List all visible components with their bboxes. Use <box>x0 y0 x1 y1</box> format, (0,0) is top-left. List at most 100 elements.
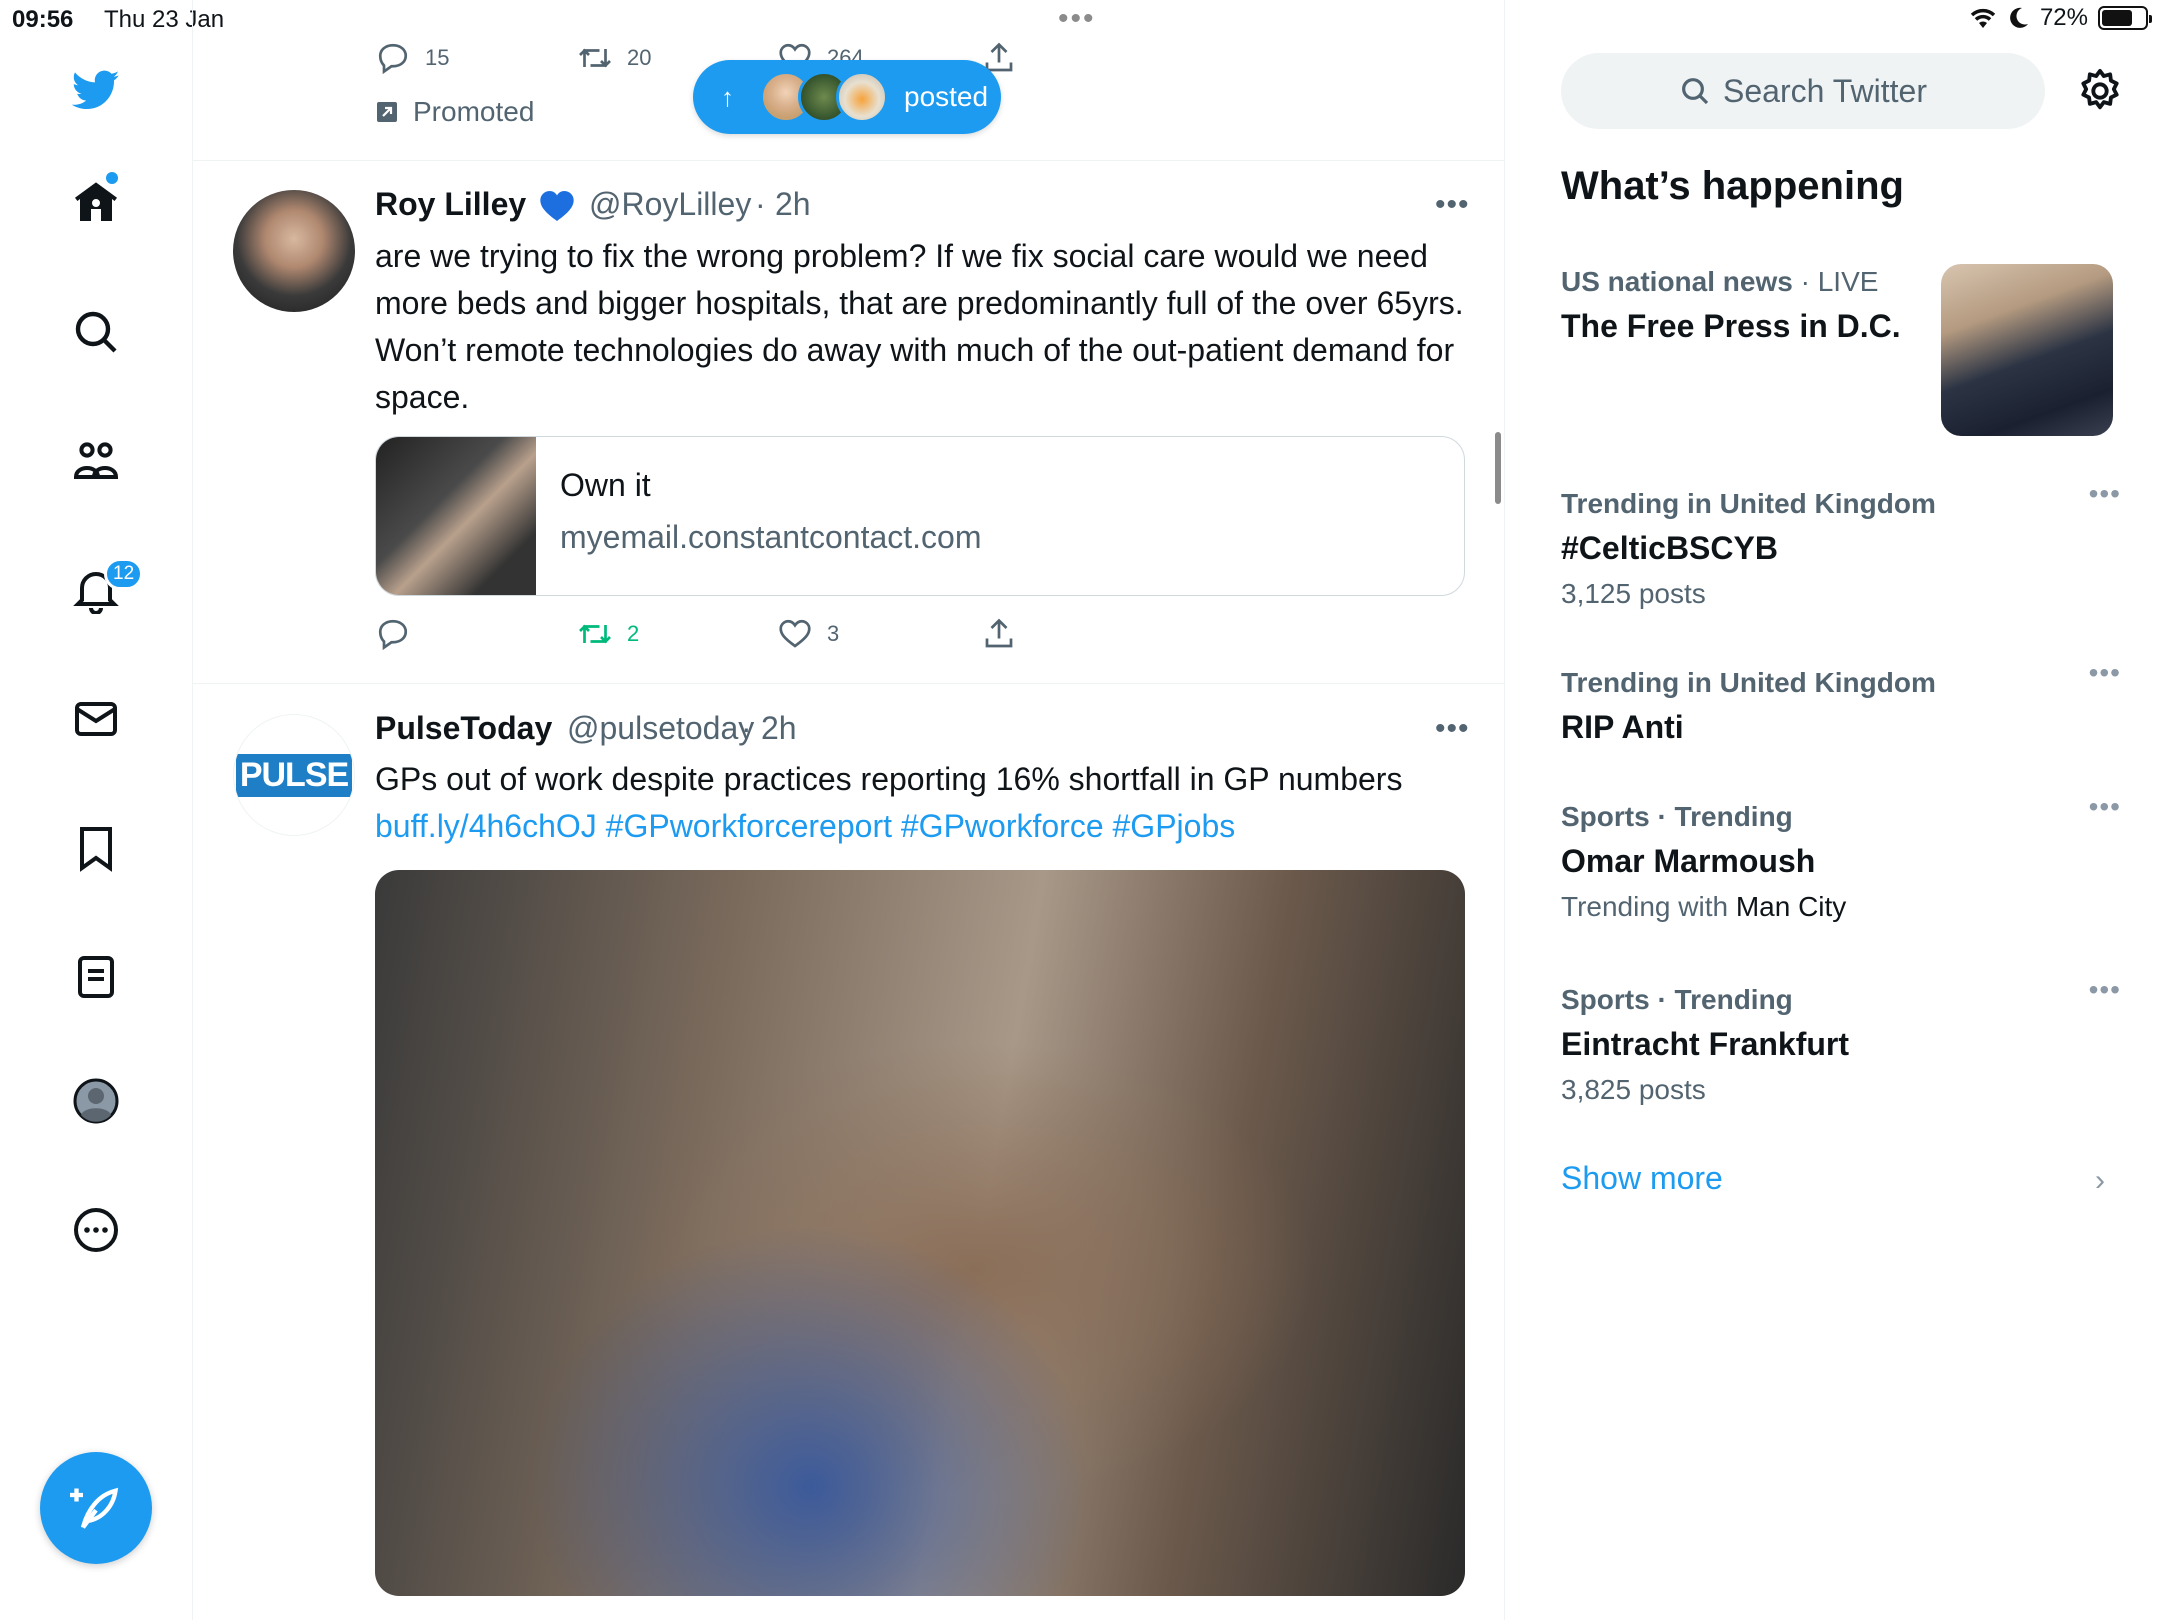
posted-label: posted <box>904 81 989 112</box>
search-icon <box>75 311 117 353</box>
trend-title: Eintracht Frankfurt <box>1561 1026 1850 1062</box>
nav-communities[interactable] <box>66 431 126 491</box>
trend-meta: Trending in United Kingdom <box>1561 667 1936 698</box>
twitter-logo-icon[interactable] <box>66 60 126 120</box>
whats-happening-title: What’s happening <box>1561 164 1904 208</box>
avatar[interactable]: PULSE <box>233 714 355 836</box>
home-icon <box>75 182 117 221</box>
tweet-time-separator: · <box>755 186 766 222</box>
avatar[interactable] <box>233 190 355 312</box>
top-tweet-retweet[interactable]: 20 <box>577 40 651 76</box>
tweet-author-handle[interactable]: @pulsetoday <box>567 710 754 747</box>
mail-icon <box>75 702 117 736</box>
more-icon <box>74 1208 118 1252</box>
scrollbar[interactable] <box>1495 432 1501 504</box>
link-card[interactable]: Own it myemail.constantcontact.com <box>375 436 1465 596</box>
retweet-count: 2 <box>627 621 640 646</box>
divider <box>193 683 1504 684</box>
like-icon <box>779 619 811 648</box>
tweet-text: are we trying to fix the wrong problem? … <box>375 238 1464 415</box>
share-button[interactable] <box>981 616 1017 652</box>
trend-meta: Sports · Trending <box>1561 801 1793 832</box>
search-input[interactable]: Search Twitter <box>1561 53 2045 129</box>
nav-home[interactable] <box>66 173 126 233</box>
reply-button[interactable] <box>375 616 411 652</box>
share-icon <box>985 618 1013 648</box>
reply-icon <box>378 43 408 75</box>
nav-lists[interactable] <box>66 947 126 1007</box>
card-image <box>376 437 536 595</box>
news-image[interactable] <box>1941 264 2113 436</box>
compose-button[interactable] <box>40 1452 152 1564</box>
top-tweet-reply-count: 15 <box>425 45 450 70</box>
tweet-author-handle[interactable]: @RoyLilley <box>589 186 751 223</box>
tweet-text: GPs out of work despite practices report… <box>375 756 1465 850</box>
nav-profile[interactable] <box>66 1071 126 1131</box>
tweet-more-button[interactable]: ••• <box>1435 188 1470 222</box>
top-tweet-retweet-count: 20 <box>627 45 652 70</box>
show-more-link[interactable]: Show more <box>1561 1160 1723 1197</box>
tweet-time-separator: · <box>741 710 752 746</box>
promoted-text: Promoted <box>413 96 535 127</box>
verified-heart-icon <box>540 191 574 221</box>
trend-meta: Trending in United Kingdom <box>1561 488 1936 519</box>
arrow-up-icon: ↑ <box>721 81 734 112</box>
like-button[interactable]: 3 <box>777 616 839 652</box>
tweet-link[interactable]: buff.ly/4h6chOJ <box>375 808 597 844</box>
chevron-right-icon[interactable]: › <box>2095 1164 2105 1198</box>
left-navigation: 12 <box>0 0 193 1620</box>
promoted-icon <box>377 102 397 122</box>
news-live: LIVE <box>1817 266 1879 297</box>
trend-with-prefix: Trending with <box>1561 891 1736 922</box>
tweet-photo[interactable] <box>375 870 1465 1596</box>
trend-more-button[interactable]: ••• <box>2089 974 2121 1006</box>
tweet-author-name[interactable]: PulseToday <box>375 710 552 747</box>
pulse-logo: PULSE <box>235 753 353 797</box>
pill-avatar-3 <box>836 71 888 123</box>
communities-icon <box>73 442 119 479</box>
timeline: 15 20 264 Promoted ↑ posted Roy Lilley @… <box>193 0 1505 1620</box>
tweet-timestamp[interactable]: 2h <box>775 186 811 223</box>
trend-title: #CelticBSCYB <box>1561 530 1778 566</box>
reply-icon <box>378 619 408 651</box>
notifications-badge: 12 <box>104 558 144 590</box>
trend-item[interactable]: Sports · Trending Eintracht Frankfurt 3,… <box>1561 974 2121 1112</box>
trend-with-name: Man City <box>1735 891 1847 922</box>
nav-messages[interactable] <box>66 689 126 749</box>
new-posts-pill[interactable]: ↑ posted <box>693 60 1001 134</box>
like-count: 3 <box>827 621 840 646</box>
trend-title: RIP Anti <box>1561 709 1684 745</box>
trend-item[interactable]: Trending in United Kingdom #CelticBSCYB … <box>1561 478 2121 616</box>
news-category: US national news <box>1561 266 1793 297</box>
retweet-icon <box>579 624 611 644</box>
profile-icon <box>73 1078 119 1124</box>
search-placeholder: Search Twitter <box>1723 72 1927 109</box>
tweet-more-button[interactable]: ••• <box>1435 712 1470 746</box>
card-domain: myemail.constantcontact.com <box>560 519 982 555</box>
trend-title: Omar Marmoush <box>1561 843 1816 879</box>
trend-more-button[interactable]: ••• <box>2089 478 2121 510</box>
search-icon <box>1682 78 1709 105</box>
lists-icon <box>78 956 114 998</box>
trend-meta: Sports · Trending <box>1561 984 1793 1015</box>
gear-icon[interactable] <box>2077 68 2123 114</box>
retweet-button[interactable]: 2 <box>577 616 639 652</box>
tweet-hashtags[interactable]: #GPworkforcereport #GPworkforce #GPjobs <box>606 808 1236 844</box>
home-unread-dot <box>106 172 118 184</box>
nav-more[interactable] <box>66 1200 126 1260</box>
trend-more-button[interactable]: ••• <box>2089 791 2121 823</box>
retweet-icon <box>579 48 611 68</box>
tweet-author-name[interactable]: Roy Lilley <box>375 186 526 223</box>
promoted-label: Promoted <box>375 96 534 128</box>
nav-explore[interactable] <box>66 302 126 362</box>
right-sidebar: Search Twitter What’s happening US natio… <box>1505 0 2160 1620</box>
card-title: Own it <box>560 467 651 503</box>
compose-icon <box>70 1487 119 1529</box>
trend-item[interactable]: Sports · Trending Omar Marmoush Trending… <box>1561 791 2121 929</box>
tweet-timestamp[interactable]: 2h <box>761 710 797 747</box>
tweet-text-plain: GPs out of work despite practices report… <box>375 761 1403 797</box>
nav-bookmarks[interactable] <box>66 818 126 878</box>
top-tweet-reply[interactable]: 15 <box>375 40 449 76</box>
trend-more-button[interactable]: ••• <box>2089 657 2121 689</box>
trend-item[interactable]: Trending in United Kingdom RIP Anti ••• <box>1561 657 2121 751</box>
